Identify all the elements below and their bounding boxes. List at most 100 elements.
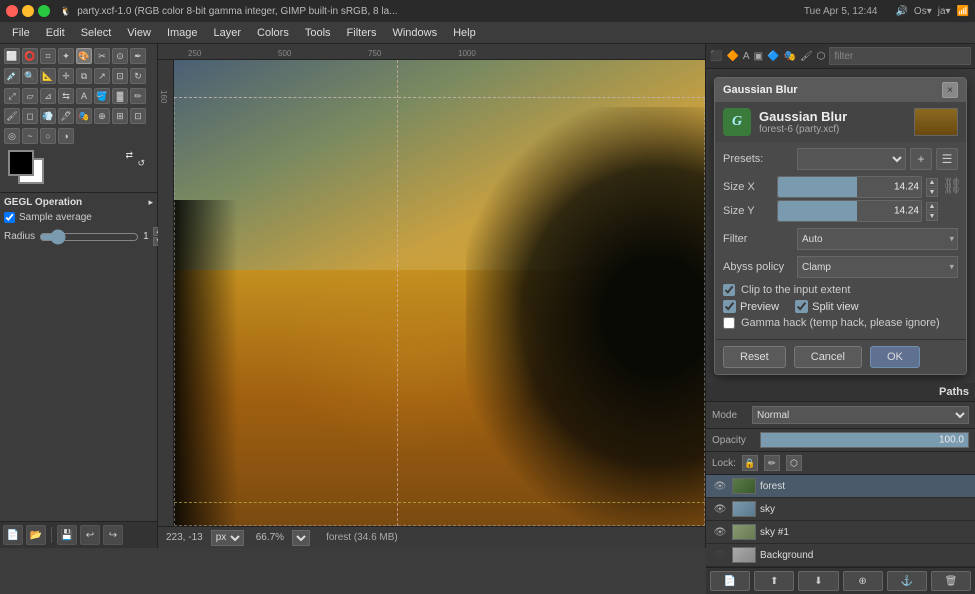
save-btn[interactable]: 💾 [57,525,77,545]
tool-scissors[interactable]: ✂ [94,48,110,64]
sample-average-checkbox[interactable] [4,212,15,223]
layer-item-forest[interactable]: 👁 forest [706,475,975,498]
tool-gradient[interactable]: ▓ [112,88,128,104]
gegl-expand-icon[interactable]: ▸ [148,197,153,208]
size-x-slider[interactable]: 14.24 [777,176,922,198]
tool-paths[interactable]: ✒ [130,48,146,64]
ok-button[interactable]: OK [870,346,920,368]
swap-colors-icon[interactable]: ⇄ [125,150,133,161]
new-image-btn[interactable]: 📄 [3,525,23,545]
tool-mypaint[interactable]: 🎭 [76,108,92,124]
layer-visibility-background[interactable]: 👁 [712,547,728,563]
clip-input-checkbox[interactable] [723,284,735,296]
tool-rotate[interactable]: ↻ [130,68,146,84]
duplicate-layer-btn[interactable]: ⊕ [843,571,883,591]
unit-select[interactable]: px [211,530,244,546]
maximize-window-icon[interactable] [38,5,50,17]
tool-smudge[interactable]: ~ [22,128,38,144]
size-x-down[interactable]: ▼ [926,188,938,197]
mode-select[interactable]: Normal [752,406,969,424]
menu-file[interactable]: File [4,25,38,41]
menu-image[interactable]: Image [159,25,206,41]
zoom-select[interactable] [292,530,310,546]
link-icon[interactable]: ⛓ [942,179,958,195]
undo-btn[interactable]: ↩ [80,525,100,545]
menu-filters[interactable]: Filters [339,25,385,41]
panel-icon-4[interactable]: ▣ [754,48,763,64]
panel-icon-5[interactable]: 🔷 [767,48,779,64]
tool-align[interactable]: ⧉ [76,68,92,84]
size-y-down[interactable]: ▼ [926,212,938,221]
tool-eraser[interactable]: ◻ [22,108,38,124]
menu-select[interactable]: Select [73,25,120,41]
redo-btn[interactable]: ↪ [103,525,123,545]
tool-zoom[interactable]: 🔍 [22,68,38,84]
tool-crop[interactable]: ⊡ [112,68,128,84]
menu-windows[interactable]: Windows [384,25,445,41]
lock-alpha-icon[interactable]: ⬡ [786,455,802,471]
preset-menu-btn[interactable]: ☰ [936,148,958,170]
lock-position-icon[interactable]: 🔒 [742,455,758,471]
menu-edit[interactable]: Edit [38,25,73,41]
size-x-up[interactable]: ▲ [926,178,938,187]
open-image-btn[interactable]: 📂 [26,525,46,545]
preview-checkbox[interactable] [723,300,736,313]
lock-pixels-icon[interactable]: ✏ [764,455,780,471]
tool-color-picker[interactable]: 💉 [4,68,20,84]
panel-icon-1[interactable]: ⬛ [710,48,722,64]
tool-blur[interactable]: ◎ [4,128,20,144]
menu-tools[interactable]: Tools [297,25,339,41]
layer-item-sky[interactable]: 👁 sky [706,498,975,521]
layer-item-sky1[interactable]: 👁 sky #1 [706,521,975,544]
layer-visibility-forest[interactable]: 👁 [712,478,728,494]
dialog-close-button[interactable]: × [942,82,958,98]
tool-transform[interactable]: ↗ [94,68,110,84]
tool-rect-select[interactable]: ⬜ [4,48,20,64]
delete-layer-btn[interactable]: 🗑 [931,571,971,591]
tool-flip[interactable]: ⇆ [58,88,74,104]
size-y-up[interactable]: ▲ [926,202,938,211]
tool-paintbrush[interactable]: 🖌 [4,108,20,124]
foreground-color-swatch[interactable] [8,150,34,176]
preset-add-btn[interactable]: + [910,148,932,170]
tool-measure[interactable]: 📐 [40,68,56,84]
tool-scale[interactable]: ⤢ [4,88,20,104]
abyss-select[interactable]: Clamp [797,256,958,278]
radius-slider[interactable] [39,230,139,244]
panel-icon-6[interactable]: 🎭 [783,48,795,64]
tool-shear[interactable]: ▱ [22,88,38,104]
raise-layer-btn[interactable]: ⬆ [754,571,794,591]
tool-foreground-select[interactable]: ⊙ [112,48,128,64]
layer-visibility-sky[interactable]: 👁 [712,501,728,517]
presets-select[interactable] [797,148,906,170]
tool-desaturate[interactable]: ◑ [58,128,74,144]
panel-icon-7[interactable]: 🖌 [800,48,813,64]
close-window-icon[interactable] [6,5,18,17]
tool-pencil[interactable]: ✏ [130,88,146,104]
tool-text[interactable]: A [76,88,92,104]
filter-select[interactable]: Auto [797,228,958,250]
tool-ink[interactable]: 🖊 [58,108,74,124]
layer-visibility-sky1[interactable]: 👁 [712,524,728,540]
gamma-hack-checkbox[interactable] [723,317,735,329]
new-layer-btn[interactable]: 📄 [710,571,750,591]
tool-bucket[interactable]: 🪣 [94,88,110,104]
tool-dodge[interactable]: ○ [40,128,56,144]
layer-item-background[interactable]: 👁 Background [706,544,975,567]
panel-icon-2[interactable]: 🔶 [726,48,738,64]
split-view-checkbox[interactable] [795,300,808,313]
tool-perspective-clone[interactable]: ⊡ [130,108,146,124]
reset-colors-icon[interactable]: ↺ [137,158,145,169]
tool-heal[interactable]: ⊞ [112,108,128,124]
menu-layer[interactable]: Layer [206,25,250,41]
panel-icon-3[interactable]: A [743,48,750,64]
canvas-inner[interactable] [174,60,705,526]
canvas-area[interactable]: 250 500 750 1000 160 [158,44,705,548]
lower-layer-btn[interactable]: ⬇ [798,571,838,591]
cancel-button[interactable]: Cancel [794,346,862,368]
tool-fuzzy-select[interactable]: ✦ [58,48,74,64]
minimize-window-icon[interactable] [22,5,34,17]
tool-move[interactable]: ✛ [58,68,74,84]
tool-clone[interactable]: ⊕ [94,108,110,124]
tool-perspective[interactable]: ⊿ [40,88,56,104]
